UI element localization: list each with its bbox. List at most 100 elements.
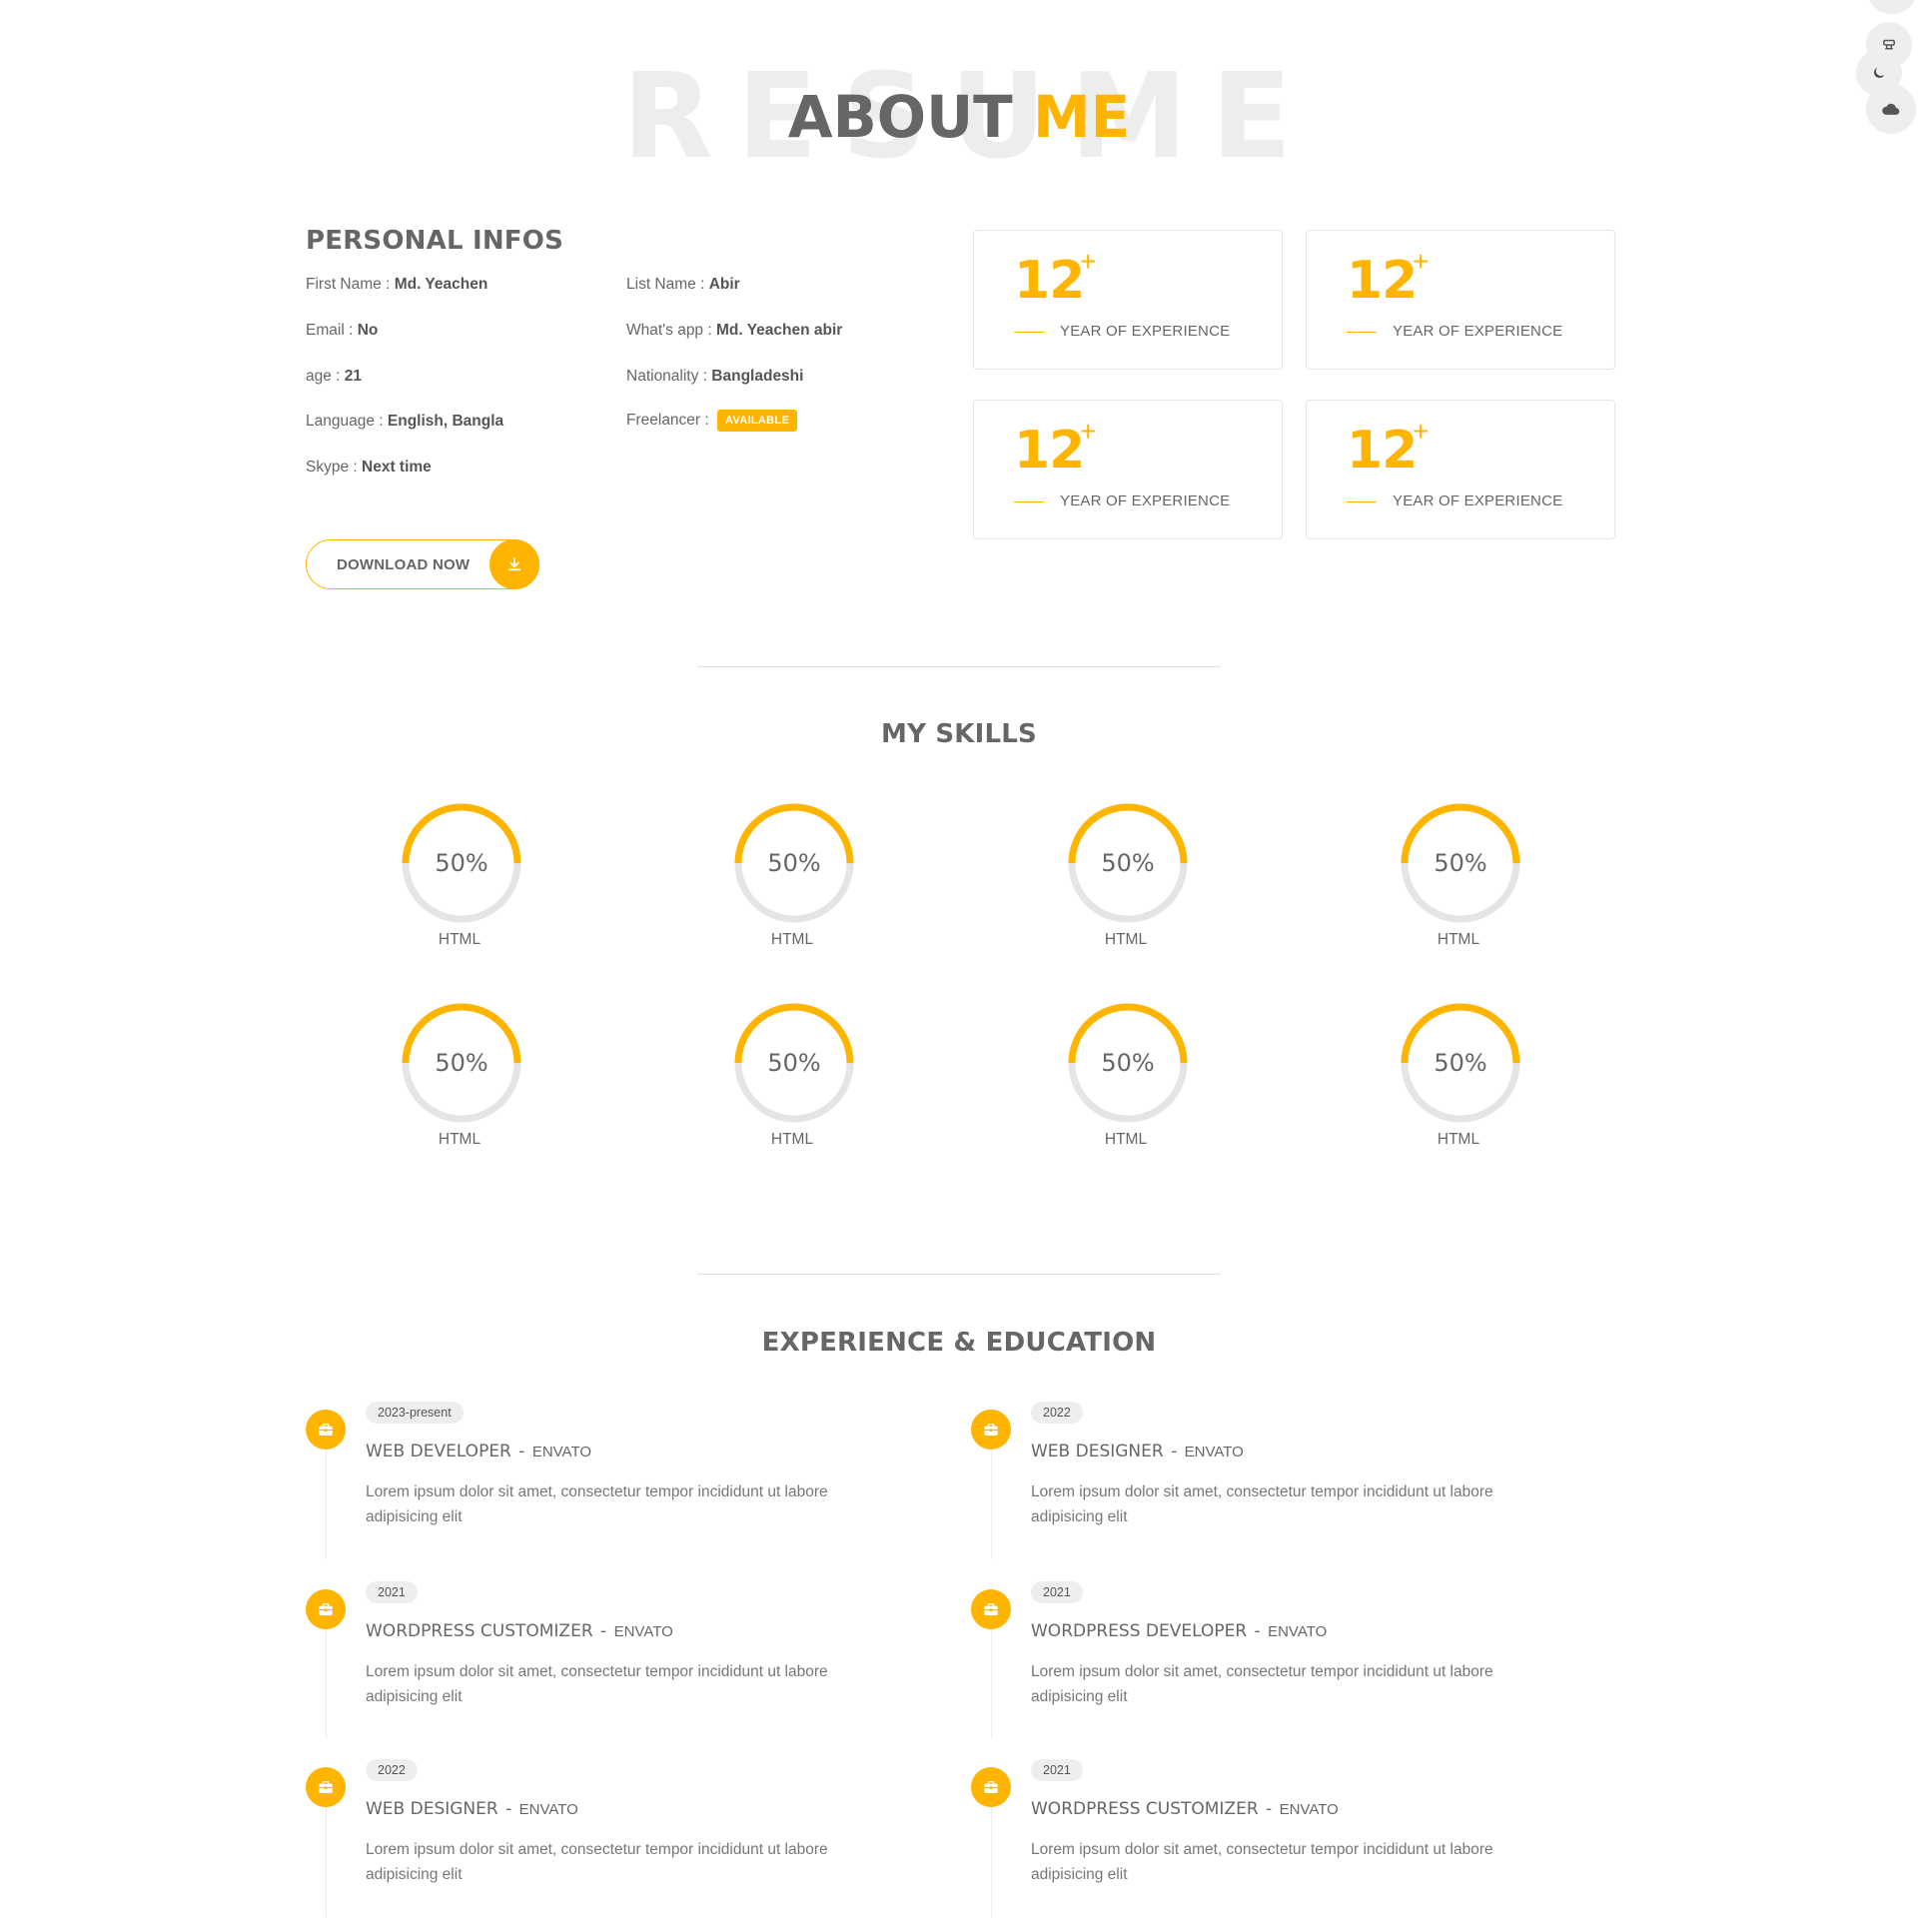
briefcase-icon	[306, 1767, 346, 1807]
section-divider	[697, 666, 1221, 667]
stat-number: 12	[1014, 251, 1085, 311]
skill-item: 50% HTML	[692, 1001, 892, 1151]
skill-name: HTML	[770, 931, 814, 948]
experience-heading: EXPERIENCE & EDUCATION	[761, 1328, 1157, 1358]
download-button-label: DOWNLOAD NOW	[337, 555, 471, 573]
info-value: Next time	[362, 459, 432, 476]
skill-name: HTML	[1437, 931, 1480, 948]
briefcase-icon	[306, 1410, 346, 1449]
timeline-description: Lorem ipsum dolor sit amet, consectetur …	[366, 1663, 828, 1705]
page-title: ABOUT ME	[0, 82, 1918, 152]
info-age: age : 21	[306, 368, 362, 386]
info-value: Bangladeshi	[711, 368, 804, 385]
section-title: RESUME ABOUT ME	[0, 56, 1918, 176]
stat-card: 12 + YEAR OF EXPERIENCE	[1306, 400, 1615, 539]
briefcase-icon	[971, 1410, 1011, 1449]
stat-card: 12 + YEAR OF EXPERIENCE	[973, 230, 1283, 370]
info-label: Language :	[306, 413, 384, 430]
timeline-description: Lorem ipsum dolor sit amet, consectetur …	[1031, 1483, 1493, 1525]
timeline-title: WEB DESIGNER - ENVATO	[1031, 1442, 1244, 1461]
timeline-item: 2022 WEB DESIGNER - ENVATO Lorem ipsum dol…	[306, 1759, 925, 1917]
company-name: ENVATO	[613, 1623, 673, 1640]
timeline-year-badge: 2022	[366, 1759, 418, 1781]
skills-heading: MY SKILLS	[881, 719, 1037, 749]
timeline-item: 2021 WORDPRESS CUSTOMIZER - ENVATO Lorem i…	[971, 1759, 1590, 1917]
info-value: No	[357, 322, 379, 339]
skill-name: HTML	[770, 1131, 814, 1148]
personal-info-grid: First Name : Md. Yeachen List Name : Abi…	[306, 276, 925, 505]
stat-plus: +	[1413, 246, 1430, 277]
skill-item: 50% HTML	[1026, 801, 1226, 951]
timeline-year-badge: 2021	[1031, 1581, 1083, 1603]
cloud-icon	[1882, 103, 1900, 115]
skill-name: HTML	[1104, 931, 1148, 948]
job-title: WEB DESIGNER	[366, 1799, 498, 1819]
stat-plus: +	[1080, 416, 1097, 447]
timeline-item: 2021 WORDPRESS DEVELOPER - ENVATO Lorem ip…	[971, 1581, 1590, 1739]
job-title: WORDPRESS DEVELOPER	[1031, 1621, 1248, 1641]
skill-name: HTML	[1437, 1131, 1480, 1148]
briefcase-icon	[971, 1589, 1011, 1629]
company-name: ENVATO	[518, 1801, 578, 1818]
timeline-item: 2021 WORDPRESS CUSTOMIZER - ENVATO Lorem i…	[306, 1581, 925, 1739]
info-label: Skype :	[306, 459, 358, 476]
section-divider	[697, 1274, 1221, 1275]
title-dash: -	[518, 1442, 525, 1461]
stat-divider	[1347, 501, 1377, 502]
personal-infos-heading: PERSONAL INFOS	[306, 226, 563, 256]
download-cv-button[interactable]: DOWNLOAD NOW	[306, 539, 539, 589]
job-title: WORDPRESS CUSTOMIZER	[366, 1621, 593, 1641]
weather-button[interactable]	[1866, 84, 1916, 134]
skill-percent: 50%	[1434, 1049, 1487, 1077]
timeline-description: Lorem ipsum dolor sit amet, consectetur …	[1031, 1663, 1493, 1705]
theme-switcher-widgets	[1856, 0, 1918, 140]
timeline-title: WORDPRESS CUSTOMIZER - ENVATO	[366, 1621, 673, 1641]
skill-percent: 50%	[1101, 849, 1155, 877]
info-first-name: First Name : Md. Yeachen	[306, 276, 487, 294]
job-title: WEB DESIGNER	[1031, 1442, 1164, 1461]
skill-percent: 50%	[767, 1049, 821, 1077]
info-language: Language : English, Bangla	[306, 413, 503, 431]
info-label: List Name :	[626, 276, 705, 293]
skill-percent: 50%	[435, 849, 488, 877]
stat-label: YEAR OF EXPERIENCE	[1393, 492, 1563, 509]
info-email: Email : No	[306, 322, 378, 340]
skill-item: 50% HTML	[1359, 1001, 1558, 1151]
info-value: English, Bangla	[387, 413, 504, 430]
info-nationality: Nationality : Bangladeshi	[626, 368, 803, 386]
timeline-year-badge: 2021	[1031, 1759, 1083, 1781]
stat-divider	[1014, 332, 1044, 333]
info-value: Md. Yeachen	[394, 276, 488, 293]
stat-number: 12	[1347, 421, 1418, 481]
info-value: 21	[344, 368, 363, 385]
page-title-main: ABOUT	[787, 83, 1013, 151]
skill-item: 50% HTML	[360, 1001, 559, 1151]
timeline-item: 2022 WEB DESIGNER - ENVATO Lorem ipsum dol…	[971, 1402, 1590, 1559]
info-label: Nationality :	[626, 368, 707, 385]
skill-item: 50% HTML	[360, 801, 559, 951]
stat-card: 12 + YEAR OF EXPERIENCE	[1306, 230, 1615, 370]
page-title-accent: ME	[1032, 83, 1131, 151]
info-label: Freelancer :	[626, 412, 709, 430]
skill-name: HTML	[438, 1131, 481, 1148]
download-icon	[489, 539, 539, 589]
title-dash: -	[1254, 1621, 1261, 1641]
widget-top-button[interactable]	[1866, 0, 1918, 14]
timeline-description: Lorem ipsum dolor sit amet, consectetur …	[366, 1483, 828, 1525]
skill-item: 50% HTML	[1359, 801, 1558, 951]
timeline-description: Lorem ipsum dolor sit amet, consectetur …	[1031, 1841, 1493, 1883]
timeline-title: WORDPRESS CUSTOMIZER - ENVATO	[1031, 1799, 1339, 1819]
stat-divider	[1014, 501, 1044, 502]
title-dash: -	[600, 1621, 607, 1641]
skill-name: HTML	[438, 931, 481, 948]
info-label: What's app :	[626, 322, 712, 339]
available-badge: AVAILABLE	[717, 410, 798, 432]
info-label: age :	[306, 368, 341, 385]
stat-label: YEAR OF EXPERIENCE	[1060, 492, 1231, 509]
stat-number: 12	[1014, 421, 1085, 481]
title-dash: -	[505, 1799, 512, 1819]
skill-name: HTML	[1104, 1131, 1148, 1148]
skill-percent: 50%	[435, 1049, 488, 1077]
timeline-title: WORDPRESS DEVELOPER - ENVATO	[1031, 1621, 1327, 1641]
title-dash: -	[1266, 1799, 1273, 1819]
